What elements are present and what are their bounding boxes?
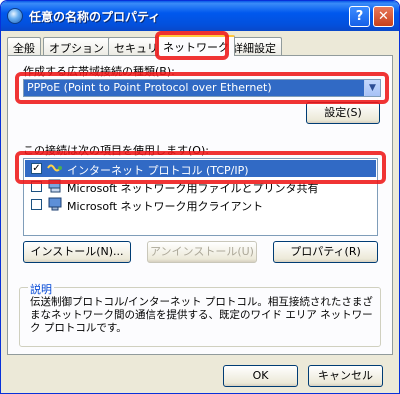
list-item-label: Microsoft ネットワーク用ファイルとプリンタ共有 (67, 182, 319, 195)
file-sharing-icon (48, 179, 61, 193)
client-checkbox[interactable] (31, 199, 42, 210)
uninstall-button[interactable]: アンインストール(U) (147, 241, 257, 263)
help-icon: ? (355, 9, 364, 24)
window-title: 任意の名称のプロパティ (29, 10, 161, 24)
tab-network[interactable]: ネットワーク (157, 35, 235, 56)
cancel-button[interactable]: キャンセル (308, 365, 383, 387)
tab-options[interactable]: オプション (43, 37, 110, 55)
close-icon: ✕ (378, 9, 389, 24)
list-item-label: インターネット プロトコル (TCP/IP) (67, 164, 249, 177)
components-label: この接続は次の項目を使用します(O): (23, 144, 209, 157)
title-bar[interactable]: 任意の名称のプロパティ ? ✕ (1, 1, 399, 31)
list-item-tcpip[interactable]: ✓ インターネット プロトコル (TCP/IP) (25, 160, 376, 177)
close-button[interactable]: ✕ (373, 6, 394, 27)
list-item-client[interactable]: Microsoft ネットワーク用クライアント (25, 196, 376, 213)
help-button[interactable]: ? (349, 6, 370, 27)
components-list[interactable]: ✓ インターネット プロトコル (TCP/IP) Microsoft ネットワー… (23, 158, 378, 236)
description-text: 伝送制御プロトコル/インターネット プロトコル。相互接続されたさまざまなネットワ… (30, 296, 373, 334)
connection-type-select[interactable]: PPPoE (Point to Point Protocol over Ethe… (23, 79, 381, 97)
tab-general[interactable]: 全般 (7, 37, 41, 55)
protocol-icon (47, 164, 62, 172)
network-client-icon (48, 197, 62, 211)
settings-button[interactable]: 設定(S) (306, 102, 380, 124)
chevron-down-icon[interactable]: ▼ (364, 80, 380, 96)
properties-button[interactable]: プロパティ(R) (273, 241, 378, 263)
network-connection-icon (7, 8, 23, 24)
file-sharing-checkbox[interactable] (31, 181, 42, 192)
ok-button[interactable]: OK (223, 365, 298, 387)
tcpip-checkbox[interactable]: ✓ (31, 163, 42, 174)
list-item-file-printer-sharing[interactable]: Microsoft ネットワーク用ファイルとプリンタ共有 (25, 178, 376, 195)
properties-dialog: 任意の名称のプロパティ ? ✕ 全般 オプション セキュリティ ネットワーク 詳… (0, 0, 400, 394)
install-button[interactable]: インストール(N)... (23, 241, 131, 263)
tab-strip: 全般 オプション セキュリティ ネットワーク 詳細設定 (7, 35, 393, 56)
list-item-label: Microsoft ネットワーク用クライアント (67, 200, 264, 213)
description-group: 説明 伝送制御プロトコル/インターネット プロトコル。相互接続されたさまざまなネ… (19, 281, 381, 347)
description-label: 説明 (28, 281, 54, 297)
connection-type-value: PPPoE (Point to Point Protocol over Ethe… (27, 81, 272, 94)
connection-type-label: 作成する広帯域接続の種類(B): (23, 65, 175, 78)
